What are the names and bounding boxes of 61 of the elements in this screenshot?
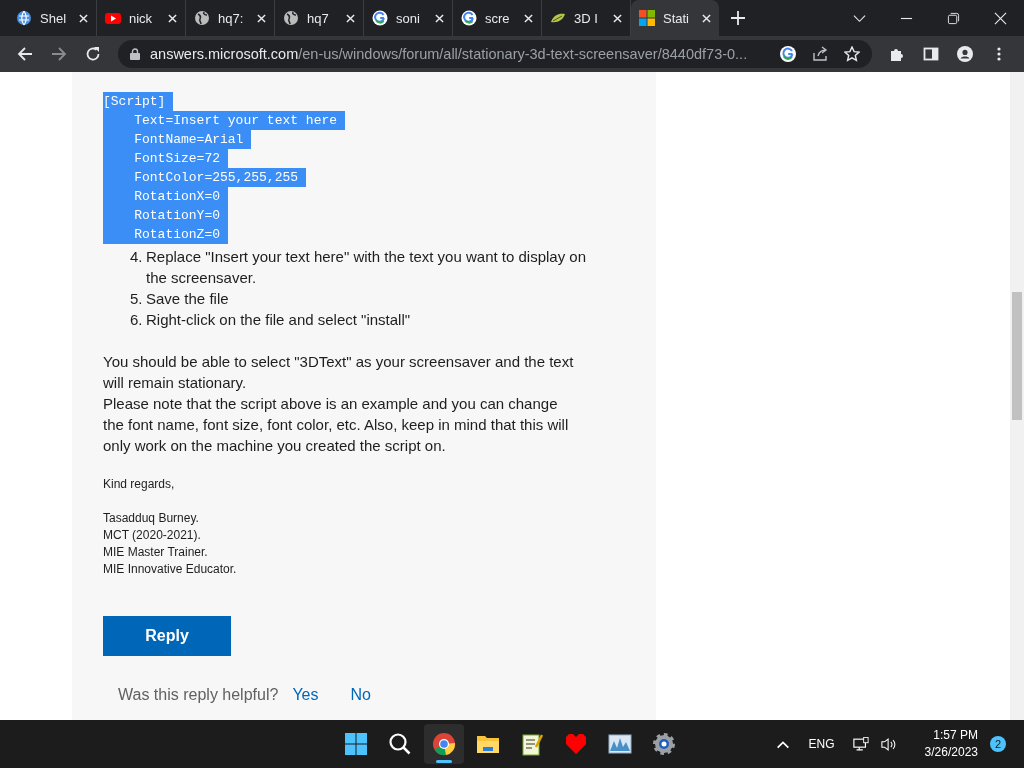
globe-icon xyxy=(283,10,299,26)
signature-line: Tasadduq Burney. xyxy=(103,510,200,527)
signature-line: MCT (2020-2021). xyxy=(103,527,202,544)
chart-window-icon xyxy=(608,732,632,756)
new-tab-icon[interactable] xyxy=(731,11,745,25)
reload-icon[interactable] xyxy=(85,46,101,62)
notification-badge[interactable]: 2 xyxy=(990,736,1006,752)
play-icon xyxy=(105,10,121,26)
close-icon[interactable] xyxy=(168,13,177,23)
language-indicator[interactable]: ENG xyxy=(808,737,835,751)
closing-text: Kind regards, xyxy=(103,476,176,493)
search-icon xyxy=(388,732,412,756)
step-text: Replace "Insert your text here" with the text you want to display on the screensaver. xyxy=(146,247,588,288)
step-number: 5. xyxy=(130,289,144,309)
browser-tab[interactable]: Stati xyxy=(631,0,719,36)
puzzle-icon[interactable] xyxy=(889,46,905,62)
g-logo-icon[interactable] xyxy=(780,46,796,62)
address-field[interactable]: answers.microsoft.com/en-us/windows/forum/all/stationary-3d-text-screensaver/8440df73-0... xyxy=(118,40,872,68)
share-icon[interactable] xyxy=(812,46,828,62)
close-icon[interactable] xyxy=(79,13,88,23)
g-logo-icon xyxy=(461,10,477,26)
globe-icon xyxy=(16,10,32,26)
forward-arrow-icon[interactable] xyxy=(51,46,67,62)
lock-icon xyxy=(130,48,140,60)
clock[interactable]: 1:57 PM 3/26/2023 xyxy=(924,727,978,761)
windows-logo-icon xyxy=(344,732,368,756)
globe-icon xyxy=(194,10,210,26)
chrome-logo-icon xyxy=(432,732,456,756)
close-icon[interactable] xyxy=(257,13,266,23)
close-icon[interactable] xyxy=(435,13,444,23)
restore-icon[interactable] xyxy=(947,11,960,25)
close-icon[interactable] xyxy=(994,11,1007,25)
reply-button[interactable]: Reply xyxy=(103,616,231,656)
close-icon[interactable] xyxy=(346,13,355,23)
heart-icon xyxy=(564,732,588,756)
step-text: Right-click on the file and select "install" xyxy=(146,310,412,330)
notepad-icon xyxy=(520,732,544,756)
side-panel-icon[interactable] xyxy=(923,46,939,62)
four-squares-icon xyxy=(639,10,655,26)
close-icon[interactable] xyxy=(613,13,622,23)
yes-link[interactable]: Yes xyxy=(292,686,319,704)
no-link[interactable]: No xyxy=(350,686,371,704)
scrollbar-thumb[interactable] xyxy=(1012,292,1022,420)
step-text: Save the file xyxy=(146,289,230,309)
answer-paragraph: You should be able to select "3DText" as your screensaver and the text will remain stationary. xyxy=(103,352,575,393)
settings-icon xyxy=(652,732,676,756)
taskbar-app[interactable] xyxy=(424,724,464,764)
helpful-question: Was this reply helpful? xyxy=(118,686,279,704)
signature-line: MIE Master Trainer. xyxy=(103,544,209,561)
profile-icon[interactable] xyxy=(957,46,973,62)
star-icon[interactable] xyxy=(844,46,860,62)
close-icon[interactable] xyxy=(524,13,533,23)
network-icon[interactable] xyxy=(852,736,869,752)
step-number: 6. xyxy=(130,310,144,330)
close-icon[interactable] xyxy=(702,13,711,23)
g-logo-icon xyxy=(372,10,388,26)
answer-paragraph: Please note that the script above is an example and you can change the font name, font size, font color, etc. Also, keep in mind that this will only work on the machine you created the script on. xyxy=(103,394,570,456)
speaker-icon[interactable] xyxy=(880,736,897,752)
signature-line: MIE Innovative Educator. xyxy=(103,561,238,578)
back-arrow-icon[interactable] xyxy=(17,46,33,62)
step-number: 4. xyxy=(130,247,144,267)
